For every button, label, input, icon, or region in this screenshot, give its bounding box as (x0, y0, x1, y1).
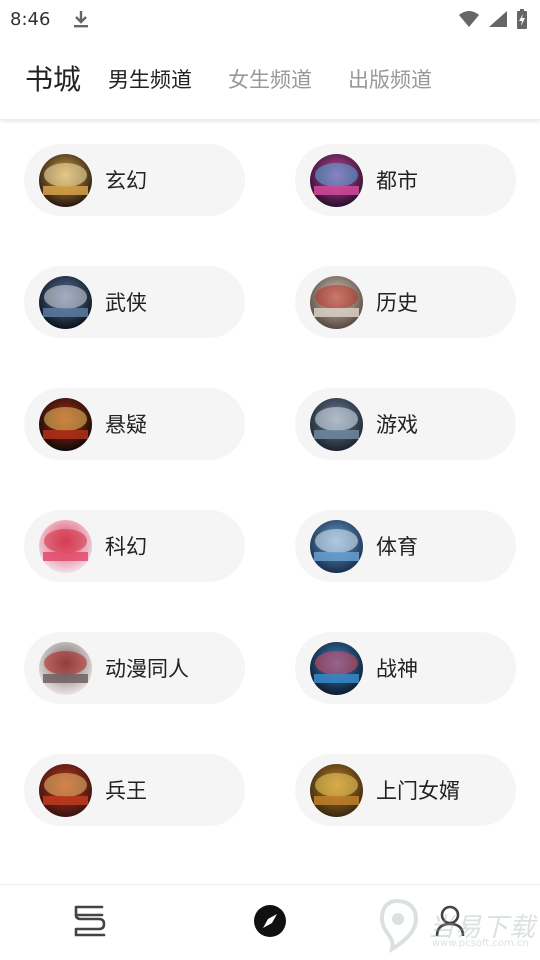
category-label: 悬疑 (105, 413, 147, 437)
category-item[interactable]: 武侠 (24, 266, 245, 338)
discover-compass-icon (253, 904, 287, 942)
category-label: 游戏 (376, 413, 418, 437)
category-label: 战神 (376, 657, 418, 681)
category-item[interactable]: 上门女婿 (295, 754, 516, 826)
status-time: 8:46 (10, 8, 51, 30)
category-cover-image (39, 275, 92, 329)
category-cover-image (310, 275, 363, 329)
category-item[interactable]: 动漫同人 (24, 632, 245, 704)
category-cover-image (39, 397, 92, 451)
category-cover-image (39, 519, 92, 573)
signal-icon (488, 10, 508, 28)
status-bar: 8:46 (0, 0, 540, 38)
nav-bookshelf[interactable] (70, 905, 110, 941)
category-cover-image (310, 763, 363, 817)
tab-female-channel[interactable]: 女生频道 (228, 64, 312, 94)
category-label: 历史 (376, 291, 418, 315)
page-title: 书城 (25, 63, 82, 96)
category-label: 动漫同人 (105, 657, 189, 681)
category-cover-image (310, 153, 363, 207)
category-label: 科幻 (105, 535, 147, 559)
category-cover-image (39, 153, 92, 207)
wifi-icon (458, 10, 480, 28)
category-cover-image (39, 641, 92, 695)
category-cover-image (310, 397, 363, 451)
nav-discover[interactable] (250, 905, 290, 941)
category-item[interactable]: 悬疑 (24, 388, 245, 460)
watermark: 当易下载 www.pcsoft.com.cn (372, 894, 540, 956)
watermark-subtext: www.pcsoft.com.cn (432, 938, 529, 949)
category-label: 上门女婿 (376, 779, 460, 803)
category-label: 玄幻 (105, 169, 147, 193)
category-item[interactable]: 兵王 (24, 754, 245, 826)
watermark-logo-icon (380, 898, 419, 953)
category-item[interactable]: 科幻 (24, 510, 245, 582)
download-icon (72, 9, 90, 29)
category-label: 体育 (376, 535, 418, 559)
category-item[interactable]: 战神 (295, 632, 516, 704)
category-label: 都市 (376, 169, 418, 193)
category-item[interactable]: 体育 (295, 510, 516, 582)
category-item[interactable]: 游戏 (295, 388, 516, 460)
category-item[interactable]: 都市 (295, 144, 516, 216)
category-cover-image (310, 641, 363, 695)
tab-publish-channel[interactable]: 出版频道 (348, 64, 432, 94)
category-cover-image (310, 519, 363, 573)
bookshelf-icon (72, 905, 108, 941)
category-item[interactable]: 历史 (295, 266, 516, 338)
category-cover-image (39, 763, 92, 817)
category-item[interactable]: 玄幻 (24, 144, 245, 216)
top-header: 书城 男生频道 女生频道 出版频道 (0, 38, 540, 120)
category-label: 武侠 (105, 291, 147, 315)
category-label: 兵王 (105, 779, 147, 803)
tab-male-channel[interactable]: 男生频道 (108, 64, 192, 94)
battery-charging-icon (516, 9, 528, 29)
